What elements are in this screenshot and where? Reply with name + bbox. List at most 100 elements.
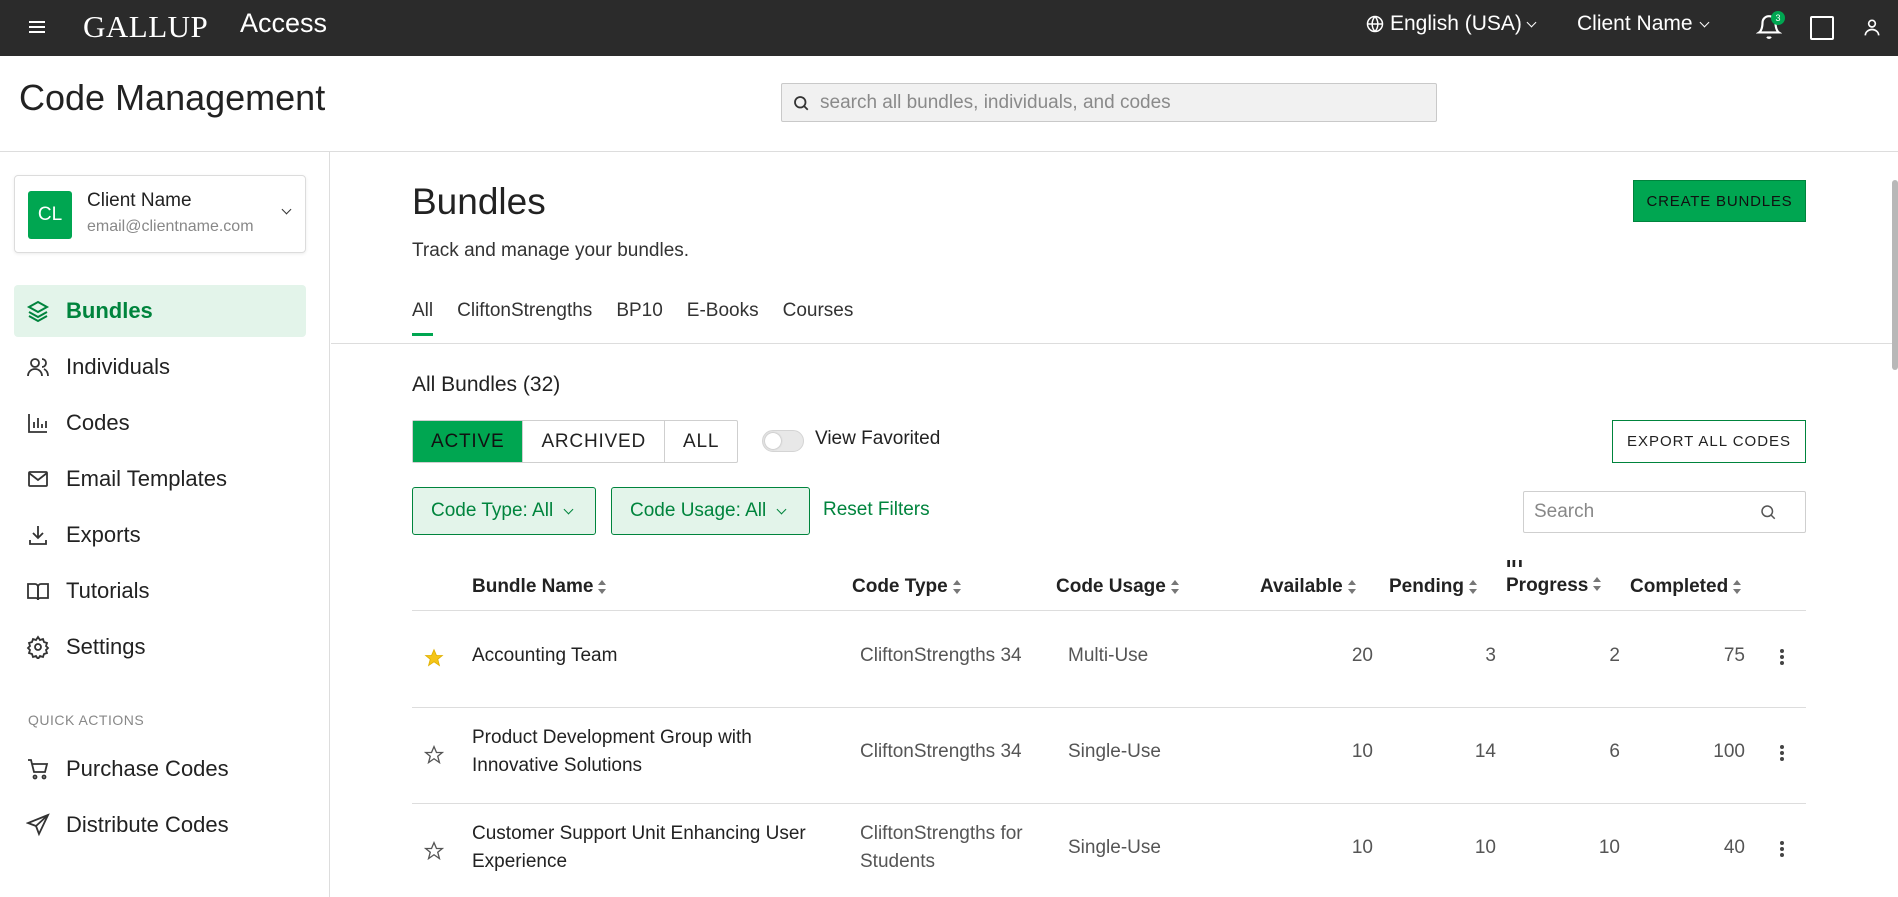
status-all-button[interactable]: ALL: [665, 421, 737, 462]
tab-bp10[interactable]: BP10: [616, 300, 662, 336]
sidebar-item-label: Settings: [66, 634, 146, 659]
table-search-input[interactable]: [1534, 501, 1759, 523]
code-usage-filter[interactable]: Code Usage: All: [611, 487, 810, 535]
chevron-down-icon: [281, 204, 292, 215]
scrollbar[interactable]: [1890, 152, 1898, 897]
sidebar-item-settings[interactable]: Settings: [14, 621, 306, 673]
star-filled-icon[interactable]: [424, 648, 444, 668]
table-row-completed: 40: [1723, 837, 1745, 858]
bundle-name-line: Customer Support Unit Enhancing User: [472, 823, 806, 844]
table-row-code-type: CliftonStrengths 34: [860, 645, 1022, 666]
global-search-input[interactable]: [820, 91, 1420, 114]
table-row-pending: 10: [1474, 837, 1496, 858]
table-row-completed: 75: [1723, 645, 1745, 666]
sidebar-item-codes[interactable]: Codes: [14, 397, 306, 449]
sidebar: CL Client Name email@clientname.com Bund…: [0, 152, 330, 897]
table-row-available: 20: [1351, 645, 1373, 666]
table-row-bundle-name[interactable]: Product Development Group with Innovativ…: [472, 724, 752, 780]
table-row-completed: 100: [1713, 741, 1745, 762]
sort-icon: [1593, 577, 1602, 591]
apps-square-icon[interactable]: [1810, 16, 1834, 40]
column-header-label: Pending: [1389, 576, 1464, 597]
code-type-filter[interactable]: Code Type: All: [412, 487, 596, 535]
section-subtitle: Track and manage your bundles.: [412, 240, 690, 261]
global-search[interactable]: [781, 83, 1437, 122]
column-header-pending[interactable]: Pending: [1389, 576, 1477, 598]
cart-icon: [28, 759, 49, 780]
bundle-name-line: Innovative Solutions: [472, 755, 643, 776]
sidebar-item-distribute-codes[interactable]: Distribute Codes: [14, 799, 306, 851]
table-row-pending: 3: [1485, 645, 1496, 666]
tab-all[interactable]: All: [412, 300, 434, 336]
star-outline-icon[interactable]: [424, 841, 444, 861]
sidebar-item-exports[interactable]: Exports: [14, 509, 306, 561]
client-card-email: email@clientname.com: [87, 218, 254, 235]
chevron-down-icon: [563, 504, 574, 514]
column-header-code-type[interactable]: Code Type: [852, 576, 961, 598]
column-header-in-progress[interactable]: In Progress: [1506, 560, 1602, 599]
globe-icon: [1366, 15, 1384, 33]
row-menu-icon[interactable]: [1779, 648, 1785, 666]
language-selector[interactable]: English (USA): [1366, 12, 1537, 36]
row-menu-icon[interactable]: [1779, 840, 1785, 858]
sidebar-item-label: Tutorials: [66, 578, 150, 603]
sidebar-item-purchase-codes[interactable]: Purchase Codes: [14, 743, 306, 795]
column-header-available[interactable]: Available: [1260, 576, 1356, 598]
tab-e-books[interactable]: E-Books: [687, 300, 759, 336]
status-archived-button[interactable]: ARCHIVED: [523, 421, 666, 462]
table-row-code-usage: Single-Use: [1068, 837, 1161, 858]
status-filter: ACTIVE ARCHIVED ALL: [412, 420, 739, 463]
sort-icon: [1733, 580, 1742, 594]
table-divider: [412, 610, 1806, 611]
column-header-bundle-name[interactable]: Bundle Name: [472, 576, 607, 598]
table-search[interactable]: [1523, 491, 1806, 533]
status-active-button[interactable]: ACTIVE: [413, 421, 524, 462]
hamburger-menu-icon[interactable]: [29, 18, 45, 38]
avatar: CL: [28, 191, 72, 239]
column-header-code-usage[interactable]: Code Usage: [1056, 576, 1179, 598]
sidebar-item-email-templates[interactable]: Email Templates: [14, 453, 306, 505]
client-label: Client Name: [1577, 12, 1693, 35]
row-menu-icon[interactable]: [1779, 744, 1785, 762]
chevron-down-icon: [1699, 17, 1709, 27]
sort-icon: [1347, 580, 1356, 594]
bar-chart-icon: [28, 414, 47, 433]
sidebar-item-label: Email Templates: [66, 466, 227, 491]
notification-badge: 3: [1771, 11, 1785, 25]
create-bundles-button[interactable]: CREATE BUNDLES: [1633, 180, 1806, 222]
table-row-bundle-name[interactable]: Accounting Team: [472, 642, 617, 670]
table-row-in-progress: 10: [1598, 837, 1620, 858]
column-header-completed[interactable]: Completed: [1630, 576, 1742, 598]
scrollbar-thumb[interactable]: [1892, 180, 1898, 370]
code-type-filter-label: Code Type: All: [431, 500, 554, 521]
table-row-in-progress: 6: [1609, 741, 1620, 762]
client-selector[interactable]: Client Name: [1577, 12, 1709, 36]
sort-icon: [598, 580, 607, 594]
brand-logo[interactable]: GALLUP: [83, 9, 208, 45]
user-icon[interactable]: [1862, 17, 1882, 37]
table-row-available: 10: [1351, 837, 1373, 858]
reset-filters-link[interactable]: Reset Filters: [823, 499, 930, 521]
table-row-available: 10: [1351, 741, 1373, 762]
sidebar-item-label: Purchase Codes: [66, 756, 229, 781]
client-card[interactable]: CL Client Name email@clientname.com: [14, 175, 306, 253]
sidebar-item-bundles[interactable]: Bundles: [14, 285, 306, 337]
sidebar-item-label: Exports: [66, 522, 141, 547]
table-row-code-type: CliftonStrengths 34: [860, 741, 1022, 762]
sidebar-item-individuals[interactable]: Individuals: [14, 341, 306, 393]
sidebar-item-tutorials[interactable]: Tutorials: [14, 565, 306, 617]
table-row-code-usage: Multi-Use: [1068, 645, 1149, 666]
column-header-label-line: In: [1506, 560, 1523, 572]
tab-cliftonstrengths[interactable]: CliftonStrengths: [457, 300, 592, 336]
bundle-name-line: Experience: [472, 851, 568, 872]
app-name: Access: [240, 8, 328, 38]
table-row-bundle-name[interactable]: Customer Support Unit Enhancing User Exp…: [472, 820, 806, 876]
category-tabs: All CliftonStrengths BP10 E-Books Course…: [412, 300, 877, 336]
view-favorited-toggle[interactable]: [762, 430, 804, 452]
star-outline-icon[interactable]: [424, 745, 444, 765]
export-all-codes-button[interactable]: EXPORT ALL CODES: [1612, 420, 1806, 463]
tab-courses[interactable]: Courses: [783, 300, 854, 336]
column-header-label-line: Progress: [1506, 575, 1589, 596]
table-divider: [412, 803, 1806, 804]
top-bar: GALLUP Access English (USA) Client Name …: [0, 0, 1898, 56]
